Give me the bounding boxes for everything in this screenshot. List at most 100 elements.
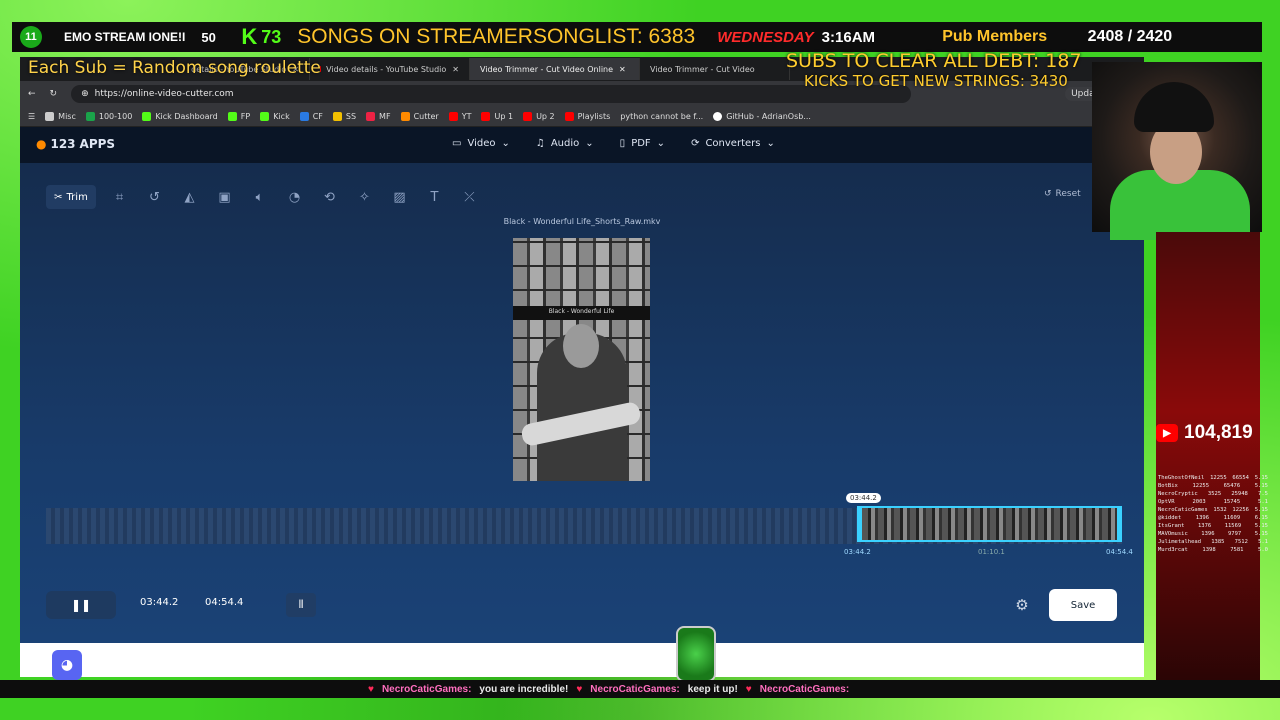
split-button[interactable]: ⫴: [286, 593, 316, 617]
back-icon[interactable]: ←: [28, 89, 36, 99]
pause-button[interactable]: ❚❚: [46, 591, 116, 619]
tab-title: Video Trimmer - Cut Video: [650, 64, 755, 74]
pause-icon: ❚❚: [70, 598, 92, 612]
save-button[interactable]: Save: [1049, 589, 1117, 621]
bookmark-yt[interactable]: YT: [448, 112, 471, 121]
heart-icon: ♥: [576, 683, 583, 695]
leaderboard-row: NecroCryptic 3525 25948 7.5: [1158, 490, 1268, 498]
scissors-icon: ✂: [54, 191, 63, 203]
start-time-field[interactable]: 03:44.2: [140, 597, 178, 608]
bookmark-cutter[interactable]: Cutter: [400, 112, 439, 121]
heart-icon: ♥: [745, 683, 752, 695]
leaderboard-cell-b: 11569: [1224, 523, 1242, 529]
bookmarks-icon[interactable]: ☰: [28, 112, 35, 121]
reload-icon[interactable]: ↻: [50, 89, 58, 99]
timeline-selection[interactable]: [857, 506, 1122, 542]
leaderboard-cell-a: 1396: [1201, 531, 1215, 537]
chevron-down-icon: ⌄: [585, 138, 594, 149]
chat-ticker: ♥ NecroCaticGames: you are incredible! ♥…: [0, 680, 1280, 698]
bookmark-up1[interactable]: Up 1: [481, 112, 513, 121]
watermark-icon[interactable]: ⤫: [452, 185, 487, 209]
bookmark-ss[interactable]: SS: [332, 112, 356, 121]
bookmark-playlists[interactable]: Playlists: [564, 112, 610, 121]
nav-audio[interactable]: ♫ Audio ⌄: [536, 138, 594, 149]
image-icon[interactable]: ▨: [382, 185, 417, 209]
reset-icon: ↺: [1044, 189, 1052, 199]
leaderboard-row: ItsGrant 1376 11569 5.15: [1158, 522, 1268, 530]
logo-dot-icon: ●: [36, 137, 47, 151]
speed-icon[interactable]: ◔: [277, 185, 312, 209]
music-icon: ♫: [535, 138, 545, 149]
leaderboard-cell-b: 65476: [1223, 483, 1241, 489]
leaderboard-cell-name: TheGhostOfNeil: [1158, 475, 1205, 481]
preview-head: [563, 324, 599, 368]
leaderboard-cell-name: ItsGrant: [1158, 523, 1185, 529]
leaderboard-cell-name: MAVOmusic: [1158, 531, 1188, 537]
bookmark-up2[interactable]: Up 2: [523, 112, 555, 121]
ticker-message: keep it up!: [687, 683, 738, 695]
app-logo[interactable]: ● 123 APPS: [36, 137, 115, 151]
reset-button[interactable]: ↺ Reset: [1044, 189, 1081, 199]
url-text: https://online-video-cutter.com: [94, 89, 234, 99]
trim-tool-button[interactable]: ✂ Trim: [46, 185, 96, 209]
loop-icon[interactable]: ⟲: [312, 185, 347, 209]
url-field[interactable]: ⊕ https://online-video-cutter.com: [71, 85, 912, 103]
timeline-track[interactable]: 03:44.2 03:44.2 01:10.1 04:54.4: [46, 493, 1133, 556]
leaderboard-row: MAVOmusic 1396 9797 5.15: [1158, 530, 1268, 538]
tab-video-trimmer-2[interactable]: Video Trimmer - Cut Video: [640, 58, 790, 80]
volume-icon[interactable]: 🔈︎: [242, 185, 277, 209]
stream-count: 50: [201, 29, 216, 45]
tab-video-trimmer[interactable]: Video Trimmer - Cut Video Online ✕: [470, 58, 640, 80]
video-preview[interactable]: Black - Wonderful Life: [513, 238, 650, 481]
convert-icon: ⟳: [691, 138, 700, 149]
stream-title: EMO STREAM IONE!I: [64, 30, 186, 44]
bookmark-github[interactable]: GitHub - AdrianOsb...: [713, 112, 811, 121]
leaderboard-cell-c: 5.15: [1254, 531, 1268, 537]
text-icon[interactable]: T: [417, 185, 452, 209]
browser-window: details - YouTube Studio ✕ Video details …: [20, 57, 1144, 677]
gear-icon: ⚙: [1015, 596, 1029, 614]
leaderboard-cell-b: 15745: [1223, 499, 1241, 505]
nav-converters[interactable]: ⟳ Converters ⌄: [691, 138, 775, 149]
heart-icon: ♥: [368, 683, 374, 695]
rotate-icon[interactable]: ↺: [137, 185, 172, 209]
tab-youtube-studio-2[interactable]: Video details - YouTube Studio ✕: [310, 58, 470, 80]
bookmark-python[interactable]: python cannot be f...: [620, 112, 703, 121]
leaderboard-cell-name: Murd3rcat: [1158, 547, 1188, 553]
leaderboard-cell-a: 1376: [1197, 523, 1212, 529]
end-time-field[interactable]: 04:54.4: [205, 597, 243, 608]
nav-pdf[interactable]: ▯ PDF ⌄: [620, 138, 665, 149]
leaderboard-cell-name: Julimetalhead: [1158, 539, 1202, 545]
songs-counter: SONGS ON STREAMERSONGLIST: 6383: [297, 25, 696, 48]
timeline-start-label: 03:44.2: [844, 548, 871, 556]
leaderboard-row: Murd3rcat 1398 7581 5.0: [1158, 546, 1268, 554]
bookmark-kick[interactable]: Kick: [260, 112, 290, 121]
nav-video[interactable]: ▭ Video ⌄: [452, 138, 510, 149]
bookmark-kick-dashboard[interactable]: Kick Dashboard: [142, 112, 218, 121]
bookmark-100[interactable]: 100-100: [85, 112, 132, 121]
settings-button[interactable]: ⚙: [1004, 591, 1040, 619]
bookmark-fp[interactable]: FP: [227, 112, 250, 121]
flip-icon[interactable]: ◭: [172, 185, 207, 209]
resize-icon[interactable]: ▣: [207, 185, 242, 209]
leaderboard-cell-name: NecroCaticGames: [1158, 507, 1208, 513]
playback-controls: ❚❚ 03:44.2 04:54.4 ⫴ ⚙ Save: [46, 589, 1122, 621]
split-icon: ⫴: [298, 598, 304, 611]
bookmark-cf[interactable]: CF: [299, 112, 323, 121]
discord-icon: ◕: [52, 650, 82, 680]
crop-icon[interactable]: ⌗: [102, 185, 137, 209]
stream-side-panel: [1156, 232, 1260, 682]
subs-debt-text: SUBS TO CLEAR ALL DEBT: 187: [786, 50, 1082, 72]
bookmark-mf[interactable]: MF: [366, 112, 391, 121]
stabilize-icon[interactable]: ✧: [347, 185, 382, 209]
leaderboard-cell-c: 5.1: [1258, 539, 1268, 545]
close-icon[interactable]: ✕: [452, 65, 459, 74]
leaderboard-cell-a: 1532: [1213, 507, 1227, 513]
chevron-down-icon: ⌄: [656, 138, 666, 149]
leaderboard-cell-a: 3525: [1207, 491, 1222, 497]
bookmark-misc[interactable]: Misc: [45, 112, 76, 121]
leaderboard-cell-c: 5.15: [1254, 507, 1268, 513]
preview-caption: Black - Wonderful Life: [548, 308, 615, 315]
close-icon[interactable]: ✕: [619, 65, 626, 74]
kick-count: 73: [261, 26, 282, 47]
